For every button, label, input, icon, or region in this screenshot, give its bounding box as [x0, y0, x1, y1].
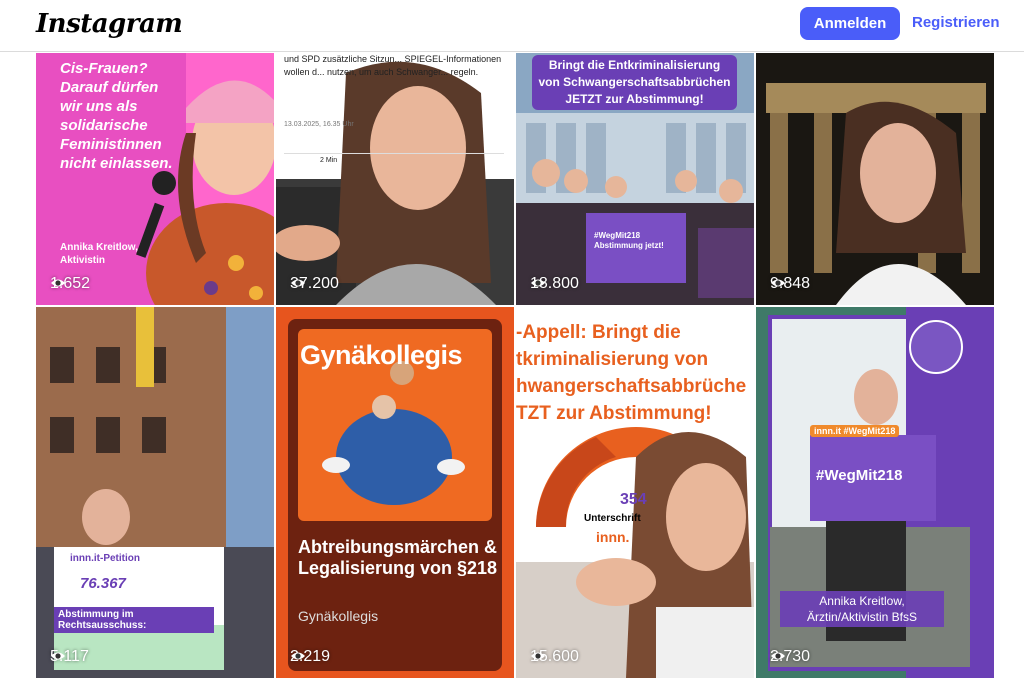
eye-icon: [51, 279, 65, 287]
view-count: 1.652: [50, 275, 90, 293]
eye-icon: [291, 652, 305, 660]
post-2-image: [276, 53, 514, 305]
protest-sign-text: #WegMit218 Abstimmung jetzt!: [594, 231, 664, 250]
eye-icon: [771, 279, 785, 287]
headline-line: hwangerschaftsabbrüche: [516, 376, 747, 397]
post-banner: Bringt die Entkriminalisierung von Schwa…: [532, 55, 737, 110]
register-link[interactable]: Registrieren: [912, 14, 1000, 31]
post-quote: Cis-Frauen? Darauf dürfen wir uns als so…: [60, 60, 173, 172]
top-bar: Instagram Anmelden Registrieren: [0, 0, 1024, 52]
post-tile-7[interactable]: -Appell: Bringt die tkriminalisierung vo…: [516, 307, 754, 678]
innn-badge: innn.it #WegMit218: [810, 425, 900, 437]
post-tile-5[interactable]: innn.it-Petition 76.367 Abstimmung im Re…: [36, 307, 274, 678]
hashtag-text: #WegMit218: [816, 467, 903, 484]
petition-label: innn.it-Petition: [66, 551, 144, 566]
article-date: 13.03.2025, 16.35 Uhr: [284, 121, 354, 128]
post-author: Annika Kreitlow, Aktivistin: [60, 242, 138, 266]
signature-count: 354: [620, 491, 647, 508]
view-count: 18.800: [530, 275, 579, 293]
eye-icon: [291, 279, 305, 287]
view-count: 15.600: [530, 648, 579, 666]
eye-icon: [771, 652, 785, 660]
person-caption: Annika Kreitlow, Ärztin/Aktivistin BfsS: [780, 591, 944, 627]
instagram-logo[interactable]: Instagram: [36, 9, 183, 39]
view-count: 2.219: [290, 648, 330, 666]
petition-abstimmung: Abstimmung im Rechtsausschuss:: [54, 607, 214, 633]
petition-number: 76.367: [80, 575, 126, 592]
post-tile-3[interactable]: Bringt die Entkriminalisierung von Schwa…: [516, 53, 754, 305]
post-tile-8[interactable]: innn.it #WegMit218 #WegMit218 Annika Kre…: [756, 307, 994, 678]
post-tile-2[interactable]: und SPD zusätzliche Sitzun... SPIEGEL-In…: [276, 53, 514, 305]
eye-icon: [531, 652, 545, 660]
podcast-show: Gynäkollegis: [298, 608, 379, 624]
eye-icon: [51, 652, 65, 660]
view-count: 5.117: [50, 648, 89, 666]
post-tile-4[interactable]: 9.848: [756, 53, 994, 305]
login-button[interactable]: Anmelden: [800, 7, 900, 40]
headline-line: -Appell: Bringt die: [516, 322, 681, 343]
episode-title: Abtreibungsmärchen & Legalisierung von §…: [298, 537, 498, 578]
post-4-image: [756, 53, 994, 305]
signature-label: Unterschrift: [584, 513, 641, 524]
post-tile-6[interactable]: Gynäkollegis Abtreibungsmärchen & Legali…: [276, 307, 514, 678]
eye-icon: [531, 279, 545, 287]
post-tile-1[interactable]: Cis-Frauen? Darauf dürfen wir uns als so…: [36, 53, 274, 305]
post-headline: -Appell: Bringt die tkriminalisierung vo…: [516, 319, 754, 427]
view-count: 2.730: [770, 648, 810, 666]
innn-label: innn.: [596, 529, 630, 545]
view-count: 37.200: [290, 275, 339, 293]
article-snippet: und SPD zusätzliche Sitzun... SPIEGEL-In…: [284, 54, 502, 77]
read-time: 2 Min: [320, 157, 338, 164]
headline-line: TZT zur Abstimmung!: [516, 403, 712, 424]
view-count: 9.848: [770, 275, 810, 293]
podcast-title: Gynäkollegis: [300, 340, 463, 370]
headline-line: tkriminalisierung von: [516, 349, 709, 370]
